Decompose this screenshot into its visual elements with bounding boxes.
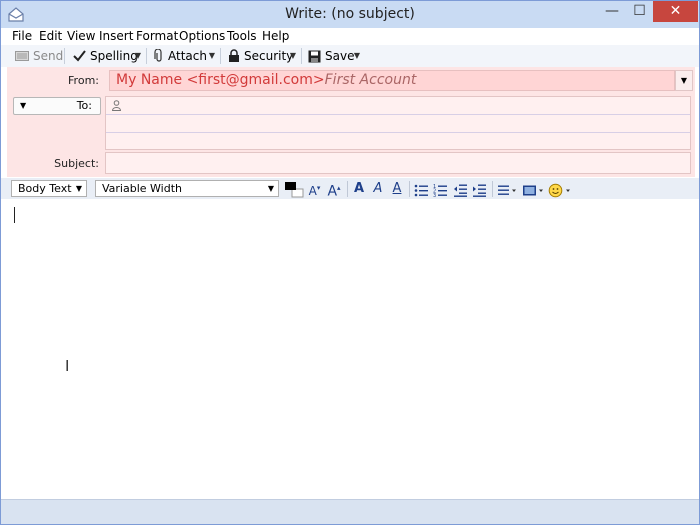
recipients-list[interactable]	[105, 96, 691, 150]
numbered-list-icon[interactable]: 1 2 3	[433, 181, 448, 200]
insert-image-icon[interactable]	[522, 181, 544, 200]
format-separator	[492, 181, 493, 197]
font-size-larger-icon[interactable]: A▴	[325, 179, 343, 200]
menu-view[interactable]: View	[67, 29, 95, 43]
subject-label: Subject:	[54, 157, 99, 170]
save-button[interactable]: Save	[308, 47, 354, 65]
minimize-button[interactable]: —	[598, 1, 626, 22]
bullet-list-icon[interactable]	[414, 181, 429, 200]
lock-icon	[229, 49, 239, 62]
menu-insert[interactable]: Insert	[99, 29, 133, 43]
subject-input[interactable]	[105, 152, 691, 174]
recipient-row[interactable]	[106, 97, 690, 115]
chevron-down-icon: ▼	[75, 184, 82, 193]
toolbar-separator	[301, 48, 302, 64]
person-icon	[112, 100, 121, 111]
attach-dropdown-arrow-icon[interactable]: ▼	[205, 47, 219, 65]
maximize-button[interactable]: ☐	[626, 1, 653, 22]
menu-tools[interactable]: Tools	[227, 29, 257, 43]
close-button[interactable]: ✕	[653, 1, 698, 22]
paragraph-style-value: Body Text	[18, 182, 72, 195]
ibeam-cursor-icon: I	[65, 357, 70, 375]
compose-window: Write: (no subject) — ☐ ✕ File Edit View…	[0, 0, 700, 525]
menu-bar: File Edit View Insert Format Options Too…	[1, 28, 699, 45]
to-label: To:	[76, 99, 92, 112]
menu-format[interactable]: Format	[136, 29, 178, 43]
recipient-row[interactable]	[106, 133, 690, 151]
paperclip-icon	[154, 49, 162, 62]
recipient-row[interactable]	[106, 115, 690, 133]
italic-icon[interactable]: A	[370, 179, 386, 198]
bold-icon[interactable]: A	[351, 179, 367, 198]
security-button[interactable]: Security	[228, 47, 293, 65]
compose-toolbar: Send Spelling ▼ Attach ▼ Security ▼ Save…	[1, 45, 699, 67]
security-dropdown-arrow-icon[interactable]: ▼	[286, 47, 300, 65]
checkmark-icon	[73, 50, 86, 62]
recipient-type-button[interactable]: ▼ To:	[13, 97, 101, 115]
spelling-button[interactable]: Spelling	[73, 47, 138, 65]
window-title: Write: (no subject)	[285, 6, 415, 22]
chevron-down-icon: ▼	[267, 184, 274, 193]
send-button[interactable]: Send	[15, 47, 63, 65]
format-separator	[347, 181, 348, 197]
toolbar-separator	[146, 48, 147, 64]
from-label: From:	[68, 74, 99, 87]
send-label: Send	[33, 49, 64, 63]
align-icon[interactable]	[497, 181, 517, 200]
toolbar-separator	[64, 48, 65, 64]
paragraph-style-select[interactable]: Body Text ▼	[11, 180, 87, 197]
menu-help[interactable]: Help	[262, 29, 289, 43]
text-cursor	[14, 207, 15, 223]
text-color-icon[interactable]	[284, 180, 304, 199]
indent-icon[interactable]	[472, 181, 487, 200]
send-icon	[15, 51, 29, 61]
floppy-disk-icon	[308, 50, 321, 62]
format-separator	[409, 181, 410, 197]
save-dropdown-arrow-icon[interactable]: ▼	[350, 47, 364, 65]
status-bar	[1, 499, 699, 524]
underline-icon[interactable]: A	[389, 179, 405, 198]
spelling-dropdown-arrow-icon[interactable]: ▼	[131, 47, 145, 65]
message-body-editor[interactable]: I	[1, 199, 699, 499]
smiley-icon[interactable]	[548, 181, 572, 200]
title-bar: Write: (no subject) — ☐ ✕	[1, 1, 699, 28]
menu-options[interactable]: Options	[179, 29, 225, 43]
from-dropdown-arrow-icon[interactable]: ▼	[675, 70, 693, 91]
chevron-down-icon: ▼	[20, 101, 27, 110]
font-size-smaller-icon[interactable]: A▾	[306, 179, 323, 198]
format-toolbar: Body Text ▼ Variable Width ▼ A▾ A▴ A A A…	[1, 178, 699, 200]
from-select[interactable]: My Name <first@gmail.com>First Account	[109, 70, 675, 91]
attach-label: Attach	[168, 49, 207, 63]
menu-edit[interactable]: Edit	[39, 29, 62, 43]
menu-file[interactable]: File	[12, 29, 32, 43]
message-header: From: My Name <first@gmail.com>First Acc…	[7, 67, 695, 177]
attach-button[interactable]: Attach	[154, 47, 207, 65]
toolbar-separator	[220, 48, 221, 64]
font-select[interactable]: Variable Width ▼	[95, 180, 279, 197]
from-account-name: First Account	[324, 72, 417, 88]
outdent-icon[interactable]	[453, 181, 468, 200]
font-value: Variable Width	[102, 182, 182, 195]
from-identity: My Name <first@gmail.com>	[116, 72, 325, 88]
